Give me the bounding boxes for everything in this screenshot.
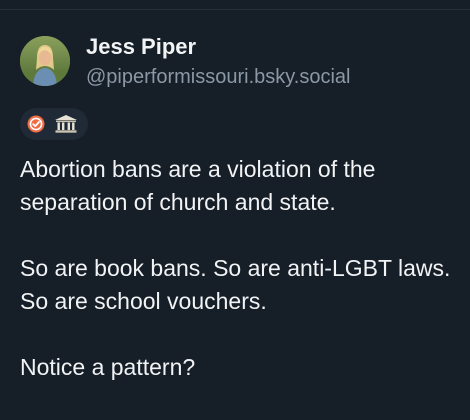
user-handle[interactable]: @piperformissouri.bsky.social: [86, 66, 350, 89]
post-card: Jess Piper @piperformissouri.bsky.social…: [0, 0, 470, 420]
profile-photo-icon: [20, 36, 70, 86]
avatar[interactable]: [20, 36, 70, 86]
display-name[interactable]: Jess Piper: [86, 34, 196, 60]
post-paragraph: So are book bans. So are anti-LGBT laws.…: [20, 255, 451, 314]
badge-pill[interactable]: [20, 108, 88, 140]
post-text: Abortion bans are a violation of the sep…: [20, 153, 460, 417]
divider: [0, 9, 470, 10]
post-paragraph: Notice a pattern?: [20, 354, 196, 380]
verified-check-icon: [27, 115, 45, 133]
government-building-icon: [55, 115, 77, 133]
post-paragraph: Abortion bans are a violation of the sep…: [20, 156, 376, 215]
